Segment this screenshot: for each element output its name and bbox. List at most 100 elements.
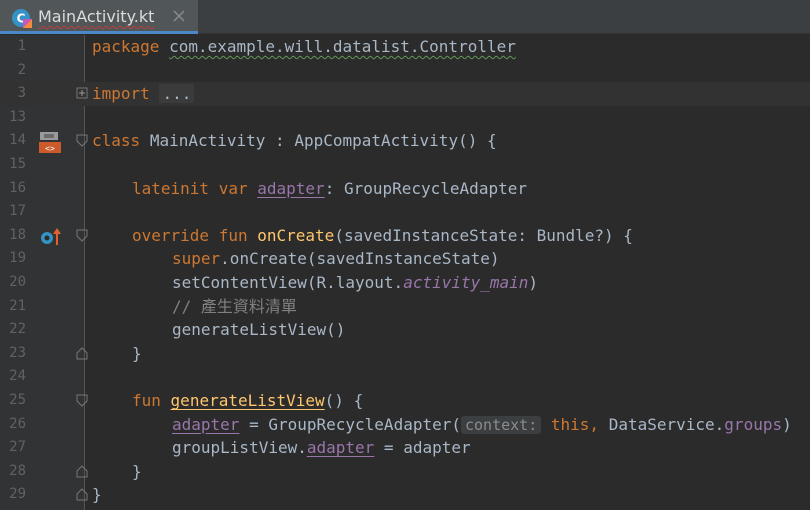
keyword: override bbox=[132, 225, 210, 245]
tab-mainactivity[interactable]: C MainActivity.kt bbox=[0, 0, 198, 34]
line-number: 1 bbox=[17, 38, 26, 54]
code-line[interactable]: 29} bbox=[0, 483, 810, 507]
code-line[interactable]: 15 bbox=[0, 153, 810, 177]
package-name: com.example.will.datalist.Controller bbox=[169, 37, 516, 56]
code-text: } bbox=[132, 460, 142, 484]
code-text: groupListView.adapter = adapter bbox=[172, 436, 471, 460]
code-text: generateListView() bbox=[172, 318, 345, 342]
code-line[interactable]: 19 super.onCreate(savedInstanceState) bbox=[0, 247, 810, 271]
line-number: 15 bbox=[9, 156, 26, 172]
parameters: (savedInstanceState: Bundle?) { bbox=[334, 225, 633, 245]
close-icon[interactable] bbox=[172, 9, 186, 23]
call: ) bbox=[782, 414, 792, 434]
fold-end-icon[interactable] bbox=[76, 464, 88, 478]
code-line[interactable]: 28} bbox=[0, 460, 810, 484]
code-line[interactable]: 22 generateListView() bbox=[0, 318, 810, 342]
property-name: adapter bbox=[257, 178, 325, 198]
line-number: 28 bbox=[9, 462, 26, 479]
code-text: // 產生資料清單 bbox=[172, 295, 297, 319]
property-name: adapter bbox=[172, 414, 240, 434]
code-line[interactable]: 24 bbox=[0, 365, 810, 389]
code-editor[interactable]: 1 package com.example.will.datalist.Contr… bbox=[0, 35, 810, 510]
code-line[interactable]: 23} bbox=[0, 342, 810, 366]
code-text: override fun onCreate(savedInstanceState… bbox=[132, 224, 633, 248]
fold-expand-icon[interactable] bbox=[76, 87, 88, 101]
keyword: class bbox=[92, 131, 141, 151]
code-line[interactable]: 26 adapter = GroupRecycleAdapter(context:… bbox=[0, 413, 810, 437]
line-number: 22 bbox=[9, 321, 26, 338]
code-text: import ... bbox=[92, 82, 195, 106]
fold-end-icon[interactable] bbox=[76, 487, 88, 501]
call: DataService. bbox=[599, 414, 725, 434]
code-text: super.onCreate(savedInstanceState) bbox=[172, 247, 500, 271]
line-number: 16 bbox=[9, 179, 26, 196]
keyword: this bbox=[550, 414, 590, 434]
line-number: 21 bbox=[9, 297, 26, 314]
code-line[interactable]: 16 lateinit var adapter: GroupRecycleAdap… bbox=[0, 177, 810, 201]
parameters: () { bbox=[324, 391, 364, 410]
call: setContentView(R.layout. bbox=[172, 273, 404, 292]
android-layout-icon[interactable]: <> bbox=[38, 131, 62, 155]
code-line[interactable]: 21 // 產生資料清單 bbox=[0, 295, 810, 319]
resource-name: activity_main bbox=[403, 273, 529, 292]
code: } bbox=[132, 461, 142, 481]
call: = GroupRecycleAdapter( bbox=[239, 414, 461, 434]
property-name: adapter bbox=[306, 438, 375, 458]
function-name: onCreate bbox=[257, 225, 335, 245]
line-number: 2 bbox=[17, 61, 26, 78]
keyword: package bbox=[92, 37, 160, 56]
folded-imports: ... bbox=[159, 84, 195, 104]
keyword: fun bbox=[132, 391, 161, 410]
assignment: = adapter bbox=[374, 438, 471, 458]
code-line[interactable]: 20 setContentView(R.layout.activity_main) bbox=[0, 271, 810, 295]
line-number: 20 bbox=[9, 274, 26, 290]
code-text: package com.example.will.datalist.Contro… bbox=[92, 35, 516, 59]
line-number: 26 bbox=[9, 415, 26, 432]
line-number: 3 bbox=[17, 85, 26, 102]
function-name: generateListView bbox=[170, 391, 325, 410]
code-line[interactable]: 3 import ... bbox=[0, 82, 810, 106]
code-line[interactable]: 27 groupListView.adapter = adapter bbox=[0, 436, 810, 460]
code-line[interactable]: 14 class MainActivity : AppCompatActivity… bbox=[0, 129, 810, 153]
code-line[interactable]: 13 bbox=[0, 106, 810, 130]
code: generateListView() bbox=[172, 320, 346, 340]
code-line[interactable]: 17 bbox=[0, 200, 810, 224]
kotlin-class-icon: C bbox=[12, 9, 32, 28]
code-text: class MainActivity : AppCompatActivity()… bbox=[92, 129, 497, 153]
call: groupListView. bbox=[172, 438, 307, 458]
property-name: groups bbox=[724, 414, 783, 434]
code-line[interactable]: 25 fun generateListView() { bbox=[0, 389, 810, 413]
code: } bbox=[132, 343, 142, 363]
code-line[interactable]: 1 package com.example.will.datalist.Contr… bbox=[0, 35, 810, 59]
comment: // 產生資料清單 bbox=[172, 296, 297, 316]
keyword: lateinit bbox=[132, 178, 210, 198]
code-text: setContentView(R.layout.activity_main) bbox=[172, 271, 538, 295]
code-text: lateinit var adapter: GroupRecycleAdapte… bbox=[132, 177, 527, 201]
call: .onCreate(savedInstanceState) bbox=[220, 249, 500, 269]
fold-collapse-icon[interactable] bbox=[76, 394, 88, 408]
line-number: 19 bbox=[9, 250, 26, 267]
type: : GroupRecycleAdapter bbox=[324, 178, 527, 198]
override-method-icon[interactable] bbox=[40, 227, 64, 247]
fold-collapse-icon[interactable] bbox=[76, 229, 88, 243]
line-number: 23 bbox=[9, 344, 26, 361]
line-number: 25 bbox=[9, 392, 26, 408]
code-line[interactable]: 18 override fun onCreate(savedInstanceSta… bbox=[0, 224, 810, 248]
line-number: 17 bbox=[9, 203, 26, 220]
tab-label: MainActivity.kt bbox=[38, 7, 155, 26]
line-number: 29 bbox=[9, 486, 26, 503]
keyword: fun bbox=[218, 225, 248, 245]
parameter-hint: context: bbox=[461, 415, 542, 434]
code: } bbox=[92, 485, 102, 505]
line-number: 14 bbox=[9, 132, 26, 149]
keyword: super bbox=[172, 249, 221, 269]
keyword: var bbox=[218, 178, 248, 198]
fold-collapse-icon[interactable] bbox=[76, 134, 88, 148]
code-line[interactable]: 2 bbox=[0, 59, 810, 83]
keyword: import bbox=[92, 84, 150, 104]
class-name: MainActivity bbox=[149, 131, 266, 151]
comma: , bbox=[589, 414, 600, 434]
code-text: } bbox=[132, 342, 142, 366]
code-text: adapter = GroupRecycleAdapter(context: t… bbox=[172, 413, 792, 438]
fold-end-icon[interactable] bbox=[76, 346, 88, 360]
